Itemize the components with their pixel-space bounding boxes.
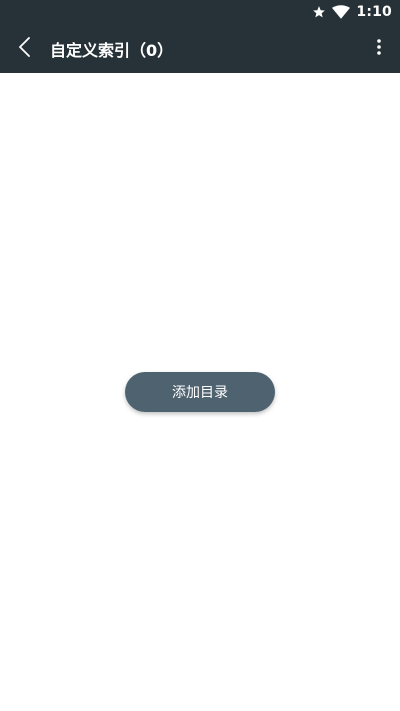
wifi-icon — [332, 5, 351, 19]
chevron-left-icon — [18, 36, 32, 61]
status-time: 1:10 — [356, 4, 392, 20]
main-content: 添加目录 — [0, 73, 400, 711]
overflow-menu-button[interactable] — [366, 24, 392, 73]
more-vert-icon — [376, 38, 382, 59]
add-directory-button[interactable]: 添加目录 — [125, 372, 275, 412]
app-bar: 自定义索引（0） — [0, 24, 400, 73]
back-button[interactable] — [0, 24, 50, 73]
star-icon — [312, 5, 326, 19]
page-title: 自定义索引（0） — [50, 40, 174, 60]
status-bar: 1:10 — [0, 0, 400, 24]
